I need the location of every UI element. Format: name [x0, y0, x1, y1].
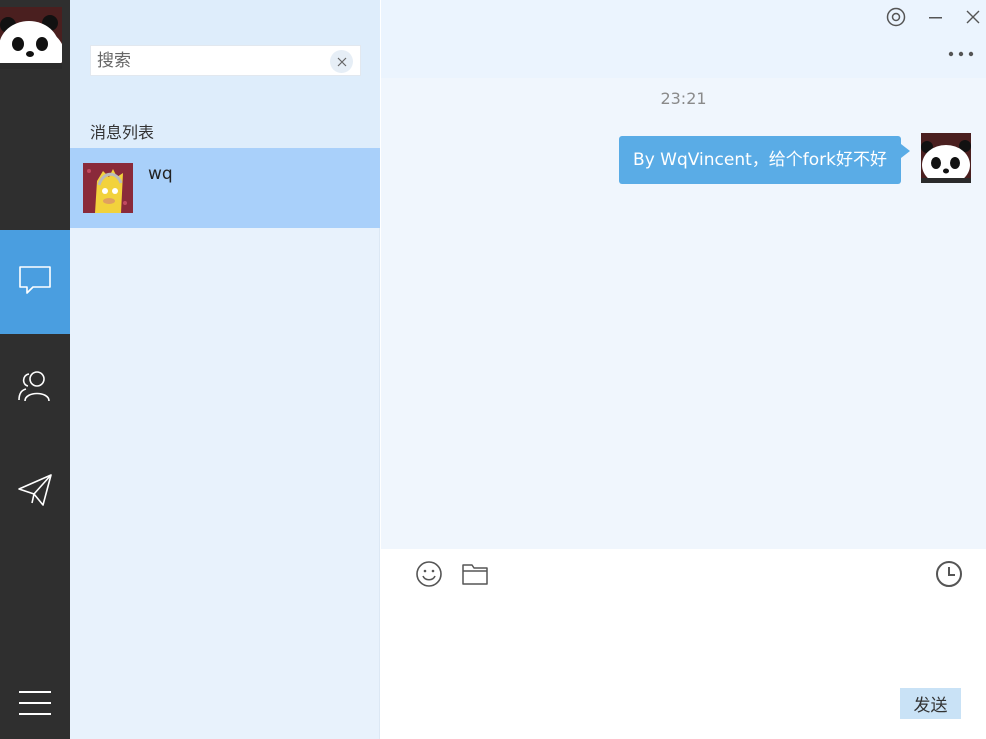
close-icon [337, 57, 346, 66]
main-menu-button[interactable] [0, 685, 70, 725]
send-button[interactable]: 发送 [900, 688, 961, 719]
nav-send[interactable] [0, 440, 70, 544]
emoji-button[interactable] [414, 559, 444, 589]
close-icon [966, 10, 980, 24]
left-rail [0, 0, 70, 739]
history-button[interactable] [934, 559, 964, 589]
nav-contacts[interactable] [0, 336, 70, 440]
send-plane-icon [17, 473, 53, 511]
settings-icon [886, 7, 906, 27]
conversation-name: wq [148, 164, 173, 184]
minimize-icon [929, 17, 942, 19]
conversation-item[interactable]: wq [70, 148, 380, 228]
chat-bubble-icon [18, 265, 52, 299]
avatar [921, 133, 971, 183]
folder-icon [462, 564, 488, 585]
section-title: 消息列表 [90, 123, 155, 142]
more-icon [948, 51, 974, 57]
close-button[interactable] [961, 5, 985, 29]
message-timestamp: 23:21 [660, 89, 707, 108]
nav-messages[interactable] [0, 230, 70, 334]
message-composer: 发送 [381, 549, 986, 739]
more-options-button[interactable] [947, 44, 975, 64]
search-box [90, 45, 361, 76]
settings-button[interactable] [884, 5, 908, 29]
message-input[interactable] [411, 599, 956, 679]
conversation-list-pane: 消息列表 wq [70, 0, 380, 739]
minimize-button[interactable] [924, 5, 948, 29]
emoji-icon [416, 561, 442, 587]
history-icon [936, 561, 962, 587]
search-input[interactable] [97, 50, 325, 72]
my-avatar[interactable] [0, 7, 62, 69]
clear-search-button[interactable] [330, 50, 353, 73]
file-button[interactable] [460, 559, 490, 589]
avatar [83, 163, 133, 213]
hamburger-menu-icon [19, 690, 51, 720]
chat-pane: 23:21 By WqVincent，给个fork好不好 发送 [381, 0, 986, 739]
chat-app-window: 消息列表 wq [0, 0, 986, 739]
message-bubble-outgoing[interactable]: By WqVincent，给个fork好不好 [619, 136, 910, 184]
contacts-icon [16, 369, 54, 407]
